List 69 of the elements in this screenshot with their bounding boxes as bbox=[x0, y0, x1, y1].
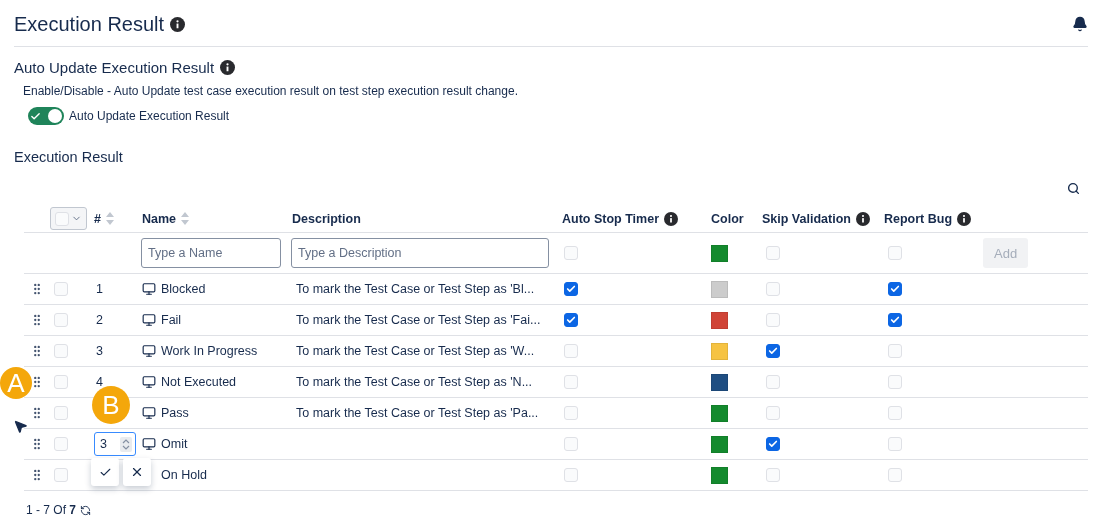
result-description: To mark the Test Case or Test Step as 'Pa... bbox=[296, 406, 539, 420]
cancel-button[interactable] bbox=[123, 458, 151, 486]
order-number: 1 bbox=[96, 282, 103, 296]
name-input[interactable]: Type a Name bbox=[141, 238, 281, 268]
checkbox[interactable] bbox=[888, 313, 902, 327]
refresh-icon[interactable] bbox=[80, 504, 92, 516]
result-description: To mark the Test Case or Test Step as 'Bl... bbox=[296, 282, 535, 296]
color-swatch[interactable] bbox=[711, 466, 728, 484]
result-description: To mark the Test Case or Test Step as 'Fai... bbox=[296, 313, 541, 327]
column-header: Skip Validation bbox=[762, 211, 851, 226]
cursor-icon bbox=[13, 419, 28, 434]
column-header: Color bbox=[711, 211, 744, 226]
result-name: Work In Progress bbox=[161, 344, 258, 358]
checkbox[interactable] bbox=[564, 313, 578, 327]
description-input[interactable]: Type a Description bbox=[291, 238, 549, 268]
checkbox[interactable] bbox=[766, 437, 780, 451]
color-swatch[interactable] bbox=[711, 244, 728, 262]
color-swatch[interactable] bbox=[711, 404, 728, 422]
result-name: On Hold bbox=[161, 468, 207, 482]
column-header[interactable]: Name bbox=[142, 211, 177, 226]
annotation-badge: A bbox=[0, 367, 32, 399]
monitor-icon bbox=[142, 313, 156, 327]
order-number: 4 bbox=[96, 375, 103, 389]
monitor-icon bbox=[142, 437, 156, 451]
order-number: 2 bbox=[96, 313, 103, 327]
sort-icon[interactable] bbox=[181, 212, 190, 225]
info-icon bbox=[170, 16, 186, 32]
section-heading: Auto Update Execution Result bbox=[14, 59, 215, 76]
info-icon bbox=[220, 60, 236, 75]
monitor-icon bbox=[142, 282, 156, 296]
confirm-button[interactable] bbox=[91, 458, 119, 486]
result-name: Not Executed bbox=[161, 375, 237, 389]
page-title: Execution Result bbox=[14, 12, 165, 36]
pagination-summary: 1 - 7 Of 7 bbox=[26, 503, 77, 517]
checkbox[interactable] bbox=[766, 344, 780, 358]
order-input[interactable]: 3 bbox=[94, 432, 136, 456]
color-swatch[interactable] bbox=[711, 280, 728, 298]
sort-icon[interactable] bbox=[105, 212, 114, 225]
annotation-badge: B bbox=[92, 386, 130, 424]
result-description: To mark the Test Case or Test Step as 'W... bbox=[296, 344, 535, 358]
bell-icon[interactable] bbox=[1072, 16, 1088, 32]
monitor-icon bbox=[142, 406, 156, 420]
spinner-icon[interactable] bbox=[120, 436, 132, 452]
column-header: Auto Stop Timer bbox=[562, 211, 659, 226]
result-name: Omit bbox=[161, 437, 188, 451]
result-name: Pass bbox=[161, 406, 189, 420]
result-description: To mark the Test Case or Test Step as 'N... bbox=[296, 375, 533, 389]
toggle-switch[interactable] bbox=[28, 107, 64, 125]
color-swatch[interactable] bbox=[711, 311, 728, 329]
color-swatch[interactable] bbox=[711, 435, 728, 453]
checkbox[interactable] bbox=[888, 282, 902, 296]
column-header: Report Bug bbox=[884, 211, 953, 226]
column-header: Description bbox=[292, 211, 361, 226]
monitor-icon bbox=[142, 375, 156, 389]
section-heading: Execution Result bbox=[14, 149, 124, 165]
checkbox[interactable] bbox=[564, 282, 578, 296]
search-icon[interactable] bbox=[1067, 181, 1080, 195]
check-icon bbox=[30, 110, 41, 122]
result-name: Blocked bbox=[161, 282, 206, 296]
color-swatch[interactable] bbox=[711, 342, 728, 360]
close-icon bbox=[130, 465, 144, 479]
column-header[interactable]: # bbox=[94, 211, 101, 226]
color-swatch[interactable] bbox=[711, 373, 728, 391]
order-number: 3 bbox=[96, 344, 103, 358]
select-all-dropdown[interactable] bbox=[50, 207, 87, 230]
setting-description: Enable/Disable - Auto Update test case execution result on test step execution result change. bbox=[23, 84, 519, 98]
toggle-label: Auto Update Execution Result bbox=[69, 109, 230, 123]
monitor-icon bbox=[142, 344, 156, 358]
result-name: Fail bbox=[161, 313, 182, 327]
